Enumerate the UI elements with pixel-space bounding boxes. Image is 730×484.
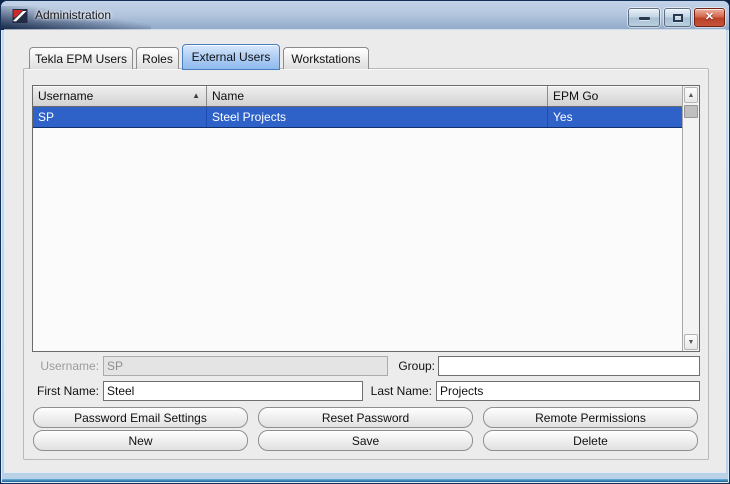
new-button[interactable]: New (33, 430, 248, 451)
tab-label: External Users (191, 50, 271, 64)
external-users-table: Username ▲ Name EPM Go SP Steel Projects… (32, 85, 700, 352)
scroll-down-button[interactable]: ▼ (684, 334, 698, 350)
button-label: Password Email Settings (74, 410, 207, 425)
tab-tekla-epm-users[interactable]: Tekla EPM Users (29, 47, 133, 69)
window-title: Administration (35, 8, 112, 22)
tab-label: Tekla EPM Users (34, 51, 128, 66)
scroll-down-icon: ▼ (687, 338, 695, 346)
scroll-up-button[interactable]: ▲ (684, 87, 698, 103)
close-button[interactable]: ✕ (694, 8, 725, 27)
reset-password-button[interactable]: Reset Password (258, 407, 473, 428)
save-button[interactable]: Save (258, 430, 473, 451)
tab-workstations[interactable]: Workstations (283, 47, 369, 69)
button-label: Delete (573, 433, 608, 448)
column-header-epm-go[interactable]: EPM Go (548, 86, 682, 106)
administration-window: Administration ✕ Tekla EPM Users Roles E… (0, 0, 730, 484)
username-label: Username: (40, 359, 99, 373)
window-bottom-edge (2, 479, 728, 482)
sort-ascending-icon: ▲ (192, 91, 200, 100)
button-label: New (128, 433, 153, 448)
maximize-icon (672, 13, 683, 22)
password-email-settings-button[interactable]: Password Email Settings (33, 407, 248, 428)
first-name-input[interactable] (103, 381, 363, 401)
tab-external-users[interactable]: External Users (182, 44, 280, 70)
scrollbar-thumb[interactable] (684, 105, 698, 118)
cell-name: Steel Projects (207, 107, 548, 127)
button-label: Remote Permissions (535, 410, 646, 425)
close-icon: ✕ (704, 11, 715, 23)
column-header-label: Username (38, 89, 94, 103)
minimize-icon (638, 17, 650, 20)
last-name-label: Last Name: (370, 384, 432, 398)
tab-label: Workstations (291, 51, 361, 66)
column-header-username[interactable]: Username ▲ (33, 86, 207, 106)
button-label: Save (351, 433, 380, 448)
group-input[interactable] (438, 356, 700, 376)
tab-roles[interactable]: Roles (136, 47, 179, 69)
column-header-label: EPM Go (553, 89, 599, 103)
table-header-row: Username ▲ Name EPM Go (33, 86, 682, 107)
cell-username: SP (33, 107, 207, 127)
desktop: Administration ✕ Tekla EPM Users Roles E… (0, 0, 730, 484)
scroll-up-icon: ▲ (687, 91, 695, 99)
last-name-input[interactable] (436, 381, 700, 401)
tab-label: Roles (142, 51, 173, 66)
delete-button[interactable]: Delete (483, 430, 698, 451)
remote-permissions-button[interactable]: Remote Permissions (483, 407, 698, 428)
maximize-button[interactable] (664, 8, 691, 27)
vertical-scrollbar[interactable]: ▲ ▼ (682, 86, 699, 351)
table-row-selected[interactable]: SP Steel Projects Yes (33, 107, 682, 128)
username-input (103, 356, 388, 376)
group-label: Group: (398, 359, 435, 373)
titlebar[interactable]: Administration ✕ (1, 1, 729, 30)
cell-epm-go: Yes (553, 110, 573, 124)
column-header-label: Name (212, 89, 245, 103)
first-name-label: First Name: (36, 384, 99, 398)
column-header-name[interactable]: Name (207, 86, 548, 106)
button-label: Reset Password (321, 410, 410, 425)
app-icon (12, 9, 28, 23)
minimize-button[interactable] (628, 8, 660, 27)
